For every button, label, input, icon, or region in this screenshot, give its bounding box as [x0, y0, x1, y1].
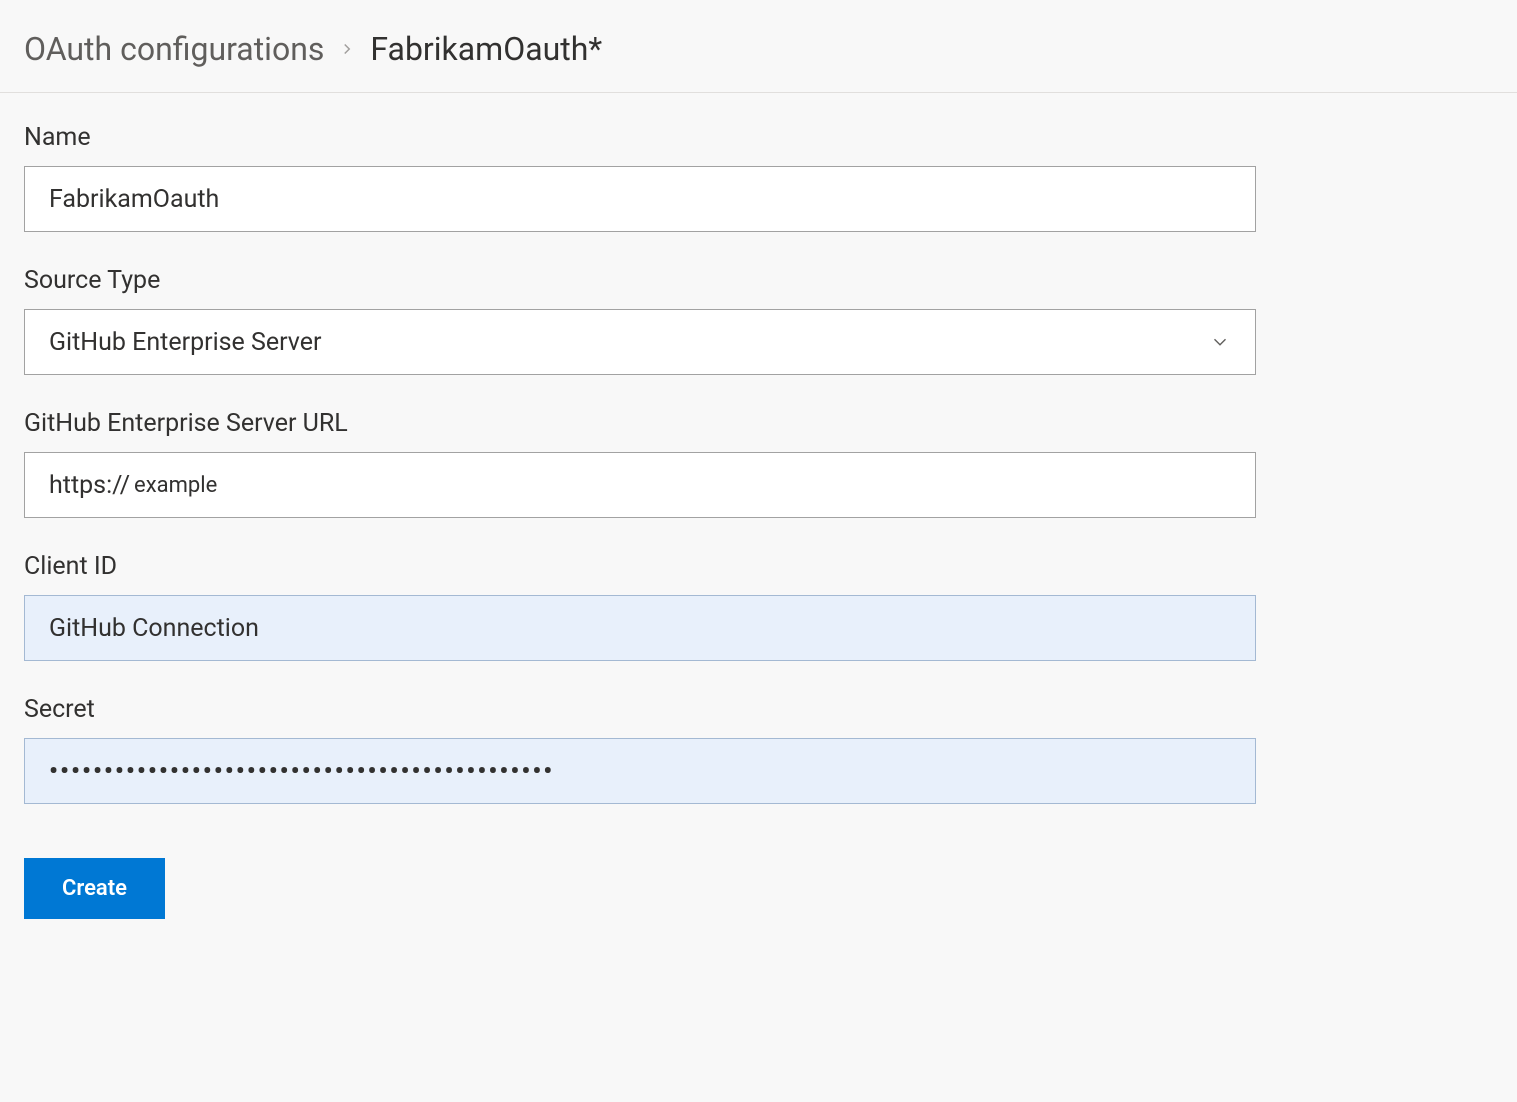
secret-field-group: Secret •••••••••••••••••••••••••••••••••… [24, 695, 1256, 804]
client-id-input[interactable]: GitHub Connection [24, 595, 1256, 661]
secret-input[interactable]: ••••••••••••••••••••••••••••••••••••••••… [24, 738, 1256, 804]
server-url-field-group: GitHub Enterprise Server URL https:// ex… [24, 409, 1256, 518]
chevron-down-icon [1209, 331, 1231, 353]
chevron-right-icon [338, 40, 356, 58]
name-label: Name [24, 123, 1256, 152]
secret-value: ••••••••••••••••••••••••••••••••••••••••… [49, 757, 554, 786]
name-input-value: FabrikamOauth [49, 185, 219, 214]
source-type-field-group: Source Type GitHub Enterprise Server [24, 266, 1256, 375]
create-button[interactable]: Create [24, 858, 165, 919]
source-type-value: GitHub Enterprise Server [49, 328, 322, 357]
source-type-select[interactable]: GitHub Enterprise Server [24, 309, 1256, 375]
server-url-prefix: https:// [49, 471, 130, 500]
oauth-config-form: Name FabrikamOauth Source Type GitHub En… [0, 93, 1280, 919]
client-id-field-group: Client ID GitHub Connection [24, 552, 1256, 661]
client-id-value: GitHub Connection [49, 614, 259, 643]
server-url-rest: example [134, 473, 217, 498]
breadcrumb: OAuth configurations FabrikamOauth* [0, 20, 1517, 93]
name-input[interactable]: FabrikamOauth [24, 166, 1256, 232]
server-url-input[interactable]: https:// example [24, 452, 1256, 518]
breadcrumb-parent[interactable]: OAuth configurations [24, 30, 324, 68]
client-id-label: Client ID [24, 552, 1256, 581]
source-type-label: Source Type [24, 266, 1256, 295]
server-url-label: GitHub Enterprise Server URL [24, 409, 1256, 438]
name-field-group: Name FabrikamOauth [24, 123, 1256, 232]
breadcrumb-current: FabrikamOauth* [370, 30, 602, 68]
secret-label: Secret [24, 695, 1256, 724]
